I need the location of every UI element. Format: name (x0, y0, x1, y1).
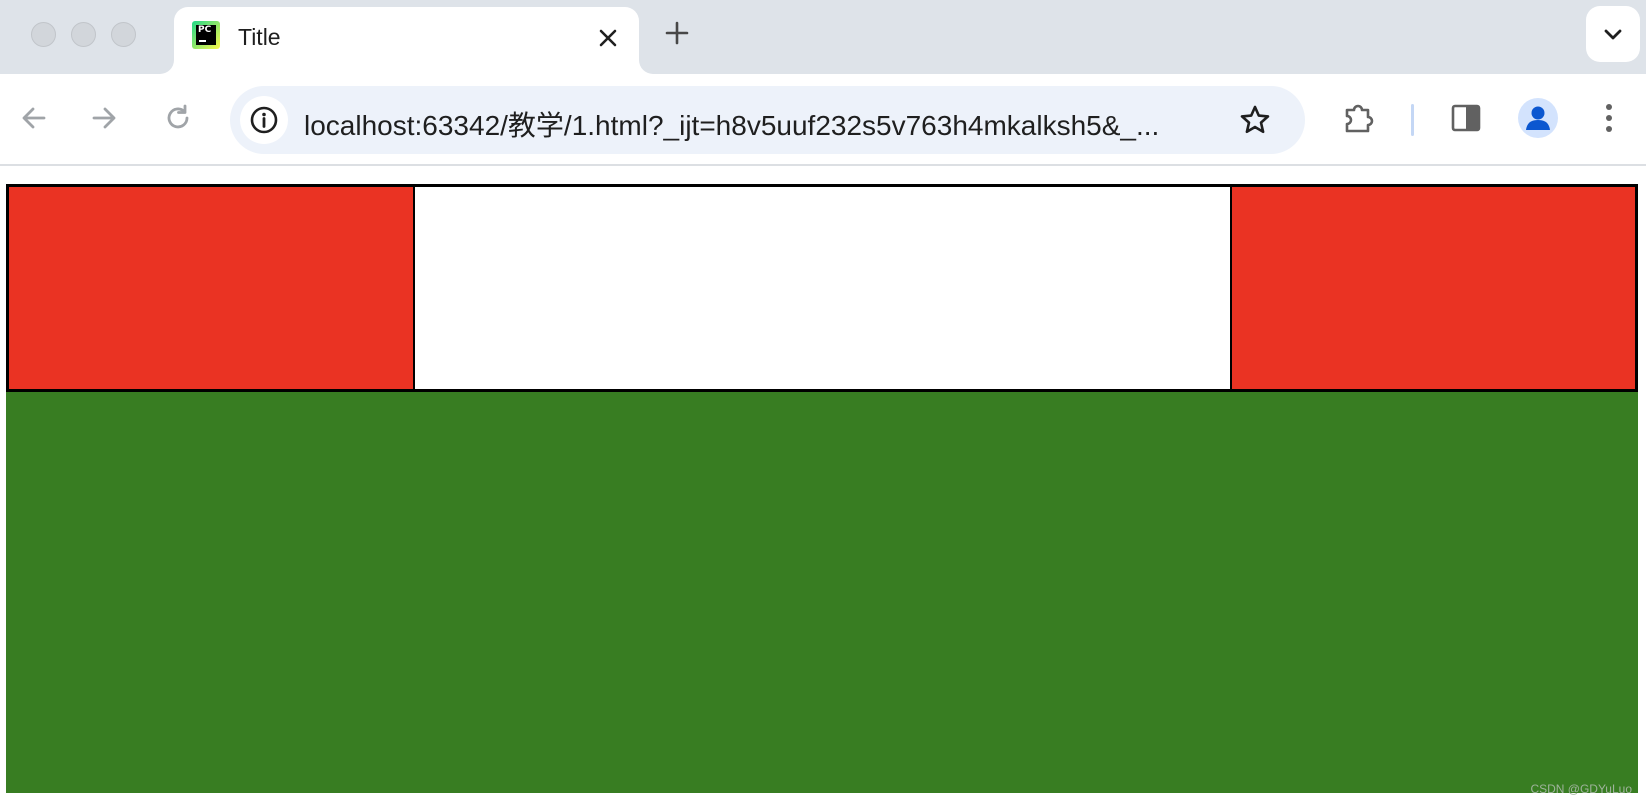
browser-window: PC Title localhost:63342/教学/1.html?_ijt=… (0, 0, 1646, 804)
plus-icon (665, 21, 689, 45)
back-icon (22, 107, 46, 129)
right-red-box (1230, 187, 1635, 389)
tab-strip: PC Title (0, 0, 1646, 74)
address-bar[interactable]: localhost:63342/教学/1.html?_ijt=h8v5uuf23… (230, 86, 1305, 154)
window-minimize-button[interactable] (71, 22, 96, 47)
close-icon (599, 29, 617, 47)
site-info-button[interactable] (240, 96, 288, 144)
side-panel-button[interactable] (1446, 98, 1486, 138)
favicon-text: PC (198, 25, 212, 35)
forward-button[interactable] (86, 100, 122, 136)
side-panel-icon (1451, 104, 1481, 132)
new-tab-button[interactable] (662, 18, 692, 48)
green-main-area (6, 392, 1638, 793)
page-content: CSDN @GDYuLuo (0, 166, 1646, 804)
chevron-down-icon (1604, 29, 1622, 40)
tab-search-button[interactable] (1586, 6, 1640, 62)
tab-active[interactable]: PC Title (174, 7, 639, 74)
menu-button[interactable] (1589, 98, 1629, 138)
menu-icon (1606, 104, 1612, 132)
info-icon (250, 106, 278, 134)
reload-icon (167, 104, 189, 129)
toolbar: localhost:63342/教学/1.html?_ijt=h8v5uuf23… (0, 74, 1646, 166)
forward-icon (92, 107, 116, 129)
bookmark-button[interactable] (1237, 102, 1273, 138)
header-container (6, 184, 1638, 392)
toolbar-divider (1411, 104, 1414, 136)
tab-title: Title (238, 24, 281, 50)
reload-button[interactable] (160, 100, 196, 136)
left-red-box (9, 187, 415, 389)
profile-icon (1526, 106, 1550, 130)
extensions-button[interactable] (1339, 98, 1379, 138)
tab-close-button[interactable] (595, 25, 621, 51)
watermark: CSDN @GDYuLuo (1530, 782, 1632, 796)
back-button[interactable] (16, 100, 52, 136)
url-text[interactable]: localhost:63342/教学/1.html?_ijt=h8v5uuf23… (304, 104, 1224, 144)
window-zoom-button[interactable] (111, 22, 136, 47)
star-icon (1240, 105, 1270, 134)
profile-button[interactable] (1518, 98, 1558, 138)
pycharm-icon: PC (192, 21, 220, 49)
window-close-button[interactable] (31, 22, 56, 47)
extensions-icon (1345, 104, 1374, 133)
